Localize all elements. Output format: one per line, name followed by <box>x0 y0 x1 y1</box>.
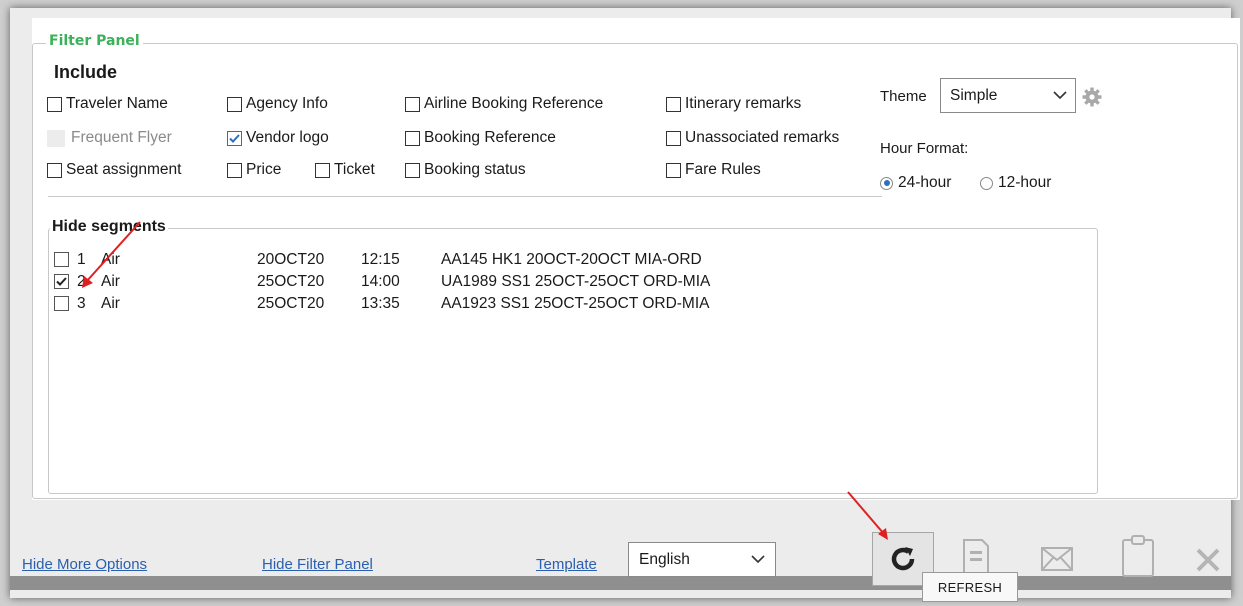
checkbox-vendor-logo[interactable]: Vendor logo <box>227 129 329 147</box>
checkbox-seat-assignment[interactable]: Seat assignment <box>47 161 181 179</box>
segment-row[interactable]: 3 Air 25OCT20 13:35 AA1923 SS1 25OCT-25O… <box>54 295 814 315</box>
radio-24-hour[interactable]: 24-hour <box>880 174 951 192</box>
segment-time: 14:00 <box>361 273 400 290</box>
checkbox-label: Traveler Name <box>66 95 168 112</box>
checkbox-box[interactable] <box>405 162 420 178</box>
radio-12-hour[interactable]: 12-hour <box>980 174 1051 192</box>
checkbox-label: Itinerary remarks <box>685 95 802 112</box>
language-value: English <box>639 550 690 568</box>
checkmark-icon <box>229 133 240 143</box>
checkbox-box[interactable] <box>405 96 420 112</box>
template-link[interactable]: Template <box>536 556 597 573</box>
checkbox-box[interactable] <box>47 96 62 112</box>
refresh-tooltip: REFRESH <box>922 572 1018 602</box>
include-title: Include <box>54 62 118 82</box>
checkbox-ticket[interactable]: Ticket <box>315 161 375 179</box>
segment-number: 1 <box>77 251 86 268</box>
checkbox-traveler-name[interactable]: Traveler Name <box>47 95 168 113</box>
segment-description: AA1923 SS1 25OCT-25OCT ORD-MIA <box>441 295 710 312</box>
checkbox-label: Booking status <box>424 161 526 178</box>
checkbox-agency-info[interactable]: Agency Info <box>227 95 328 113</box>
document-icon[interactable] <box>960 538 992 576</box>
segment-type: Air <box>101 273 120 290</box>
segment-checkbox[interactable] <box>54 274 69 289</box>
checkbox-fare-rules[interactable]: Fare Rules <box>666 161 761 179</box>
email-icon[interactable] <box>1040 546 1074 572</box>
checkbox-label: Fare Rules <box>685 161 761 178</box>
filter-panel: Filter Panel Include Traveler Name Agenc… <box>32 18 1240 500</box>
checkbox-box[interactable] <box>666 96 681 112</box>
segment-description: AA145 HK1 20OCT-20OCT MIA-ORD <box>441 251 702 268</box>
separator <box>48 196 882 197</box>
segment-type: Air <box>101 251 120 268</box>
checkmark-icon <box>56 277 67 286</box>
hide-filter-panel-link[interactable]: Hide Filter Panel <box>262 556 373 573</box>
checkbox-label: Airline Booking Reference <box>424 95 604 112</box>
checkbox-itinerary-remarks[interactable]: Itinerary remarks <box>666 95 801 113</box>
checkbox-unassociated-remarks[interactable]: Unassociated remarks <box>666 129 839 147</box>
hide-segments-title: Hide segments <box>50 218 168 236</box>
theme-value: Simple <box>950 86 998 104</box>
checkbox-label: Seat assignment <box>66 161 182 178</box>
segment-number: 2 <box>77 273 86 290</box>
hour-format-label: Hour Format: <box>880 140 969 157</box>
checkbox-label: Ticket <box>334 161 375 178</box>
checkbox-box[interactable] <box>47 162 62 178</box>
refresh-icon <box>891 547 915 571</box>
checkbox-label: Vendor logo <box>246 129 329 146</box>
gear-icon[interactable] <box>1082 87 1102 107</box>
close-icon[interactable] <box>1195 547 1221 573</box>
segment-checkbox[interactable] <box>54 252 69 267</box>
segment-time: 12:15 <box>361 251 400 268</box>
checkbox-label: Unassociated remarks <box>685 129 840 146</box>
language-select[interactable]: English <box>628 542 776 577</box>
chevron-down-icon <box>1053 91 1067 100</box>
checkbox-box[interactable] <box>666 130 681 146</box>
checkbox-booking-status[interactable]: Booking status <box>405 161 526 179</box>
checkbox-airline-booking-reference[interactable]: Airline Booking Reference <box>405 95 603 113</box>
checkbox-frequent-flyer: Frequent Flyer <box>47 129 172 147</box>
segment-type: Air <box>101 295 120 312</box>
checkbox-box[interactable] <box>315 162 330 178</box>
checkbox-label: Agency Info <box>246 95 328 112</box>
radio-label: 24-hour <box>898 174 952 191</box>
checkbox-label: Frequent Flyer <box>71 129 172 146</box>
checkbox-box[interactable] <box>405 130 420 146</box>
checkbox-box[interactable] <box>666 162 681 178</box>
checkbox-box[interactable] <box>227 96 242 112</box>
segment-number: 3 <box>77 295 86 312</box>
segment-row[interactable]: 1 Air 20OCT20 12:15 AA145 HK1 20OCT-20OC… <box>54 251 814 271</box>
checkbox-box[interactable] <box>227 130 242 146</box>
segment-time: 13:35 <box>361 295 400 312</box>
segment-date: 25OCT20 <box>257 273 325 290</box>
segment-description: UA1989 SS1 25OCT-25OCT ORD-MIA <box>441 273 711 290</box>
radio-dot[interactable] <box>980 176 993 190</box>
hide-more-options-link[interactable]: Hide More Options <box>22 556 147 573</box>
segment-date: 25OCT20 <box>257 295 325 312</box>
chevron-down-icon <box>751 555 765 564</box>
radio-label: 12-hour <box>998 174 1052 191</box>
theme-select[interactable]: Simple <box>940 78 1076 113</box>
checkbox-box <box>47 129 65 147</box>
checkbox-label: Price <box>246 161 282 178</box>
checkbox-booking-reference[interactable]: Booking Reference <box>405 129 556 147</box>
bottom-strip <box>10 576 1231 590</box>
clipboard-icon[interactable] <box>1120 534 1156 578</box>
filter-panel-legend: Filter Panel <box>46 33 143 49</box>
segment-checkbox[interactable] <box>54 296 69 311</box>
checkbox-price[interactable]: Price <box>227 161 281 179</box>
radio-dot[interactable] <box>880 176 893 190</box>
segment-row[interactable]: 2 Air 25OCT20 14:00 UA1989 SS1 25OCT-25O… <box>54 273 814 293</box>
theme-label: Theme <box>880 88 927 105</box>
checkbox-label: Booking Reference <box>424 129 556 146</box>
checkbox-box[interactable] <box>227 162 242 178</box>
segment-date: 20OCT20 <box>257 251 325 268</box>
